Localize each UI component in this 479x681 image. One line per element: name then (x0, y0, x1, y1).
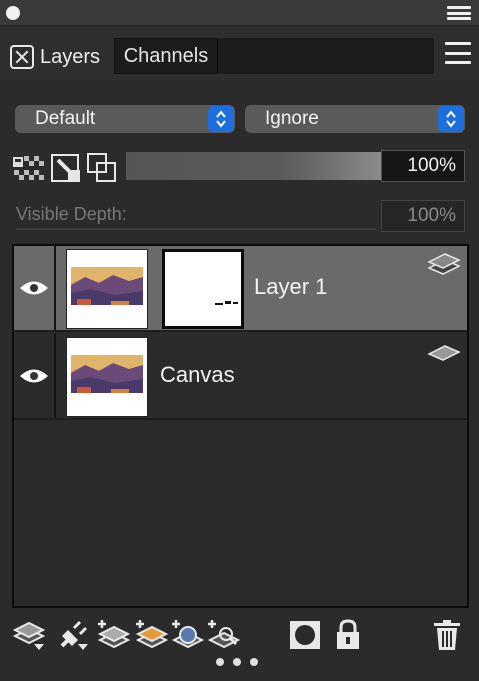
layer-options-icon[interactable] (12, 618, 46, 652)
mask-icon[interactable] (288, 618, 322, 652)
blend-mode-value: Default (35, 108, 96, 129)
visible-depth-field: 100% (381, 200, 465, 232)
layer-mask-thumbnail[interactable] (162, 249, 244, 329)
layer-thumbnail[interactable] (66, 337, 148, 417)
lock-icon[interactable] (334, 618, 362, 652)
trash-icon[interactable] (432, 618, 462, 652)
updown-stepper-icon (208, 106, 234, 132)
lock-opacity-row: 100% (12, 150, 472, 184)
updown-stepper-icon (438, 106, 464, 132)
blend-mode-select[interactable]: Default (15, 105, 235, 133)
tab-channels-label: Channels (123, 44, 209, 67)
layer-thumbnail[interactable] (66, 249, 148, 329)
tab-bar-filler (218, 38, 434, 74)
tab-layers[interactable]: Layers (10, 42, 100, 72)
layer-name[interactable]: Canvas (160, 362, 235, 388)
panel-menu-icon[interactable] (445, 42, 471, 64)
visibility-toggle[interactable] (14, 334, 56, 418)
window-menu-icon[interactable] (447, 6, 471, 20)
eye-icon (20, 369, 48, 383)
window-close-button[interactable] (6, 6, 20, 20)
tab-channels[interactable]: Channels (114, 38, 218, 74)
layer-name[interactable]: Layer 1 (254, 274, 327, 300)
new-tracing-layer-icon[interactable] (206, 618, 242, 652)
lock-move-icon[interactable] (86, 152, 120, 184)
window-titlebar (0, 0, 479, 26)
layer-toolbar (0, 612, 479, 681)
opacity-field[interactable]: 100% (381, 150, 465, 182)
tab-bar: Layers Channels (0, 26, 479, 80)
visibility-toggle[interactable] (14, 246, 56, 330)
new-layer-icon[interactable] (96, 618, 132, 652)
new-dynamic-layer-icon[interactable] (170, 618, 206, 652)
landscape-image (71, 355, 143, 399)
visible-depth-label: Visible Depth: (16, 204, 127, 224)
more-options-dots[interactable] (216, 658, 258, 666)
eye-icon (20, 281, 48, 295)
layer-list: Layer 1 Canvas (12, 244, 469, 608)
visible-depth-slider (16, 228, 376, 230)
plugin-icon[interactable] (56, 618, 90, 652)
mask-preview (167, 259, 239, 319)
secondary-mode-select[interactable]: Ignore (245, 105, 465, 133)
tab-layers-label: Layers (40, 45, 101, 68)
stacked-layers-icon (427, 253, 461, 275)
layer-row-layer-1[interactable]: Layer 1 (14, 246, 467, 332)
opacity-slider[interactable] (126, 152, 388, 180)
layer-row-canvas[interactable]: Canvas (14, 334, 467, 420)
landscape-image (71, 267, 143, 311)
canvas-layer-icon (427, 345, 461, 361)
new-paint-layer-icon[interactable] (134, 618, 170, 652)
visible-depth-row: Visible Depth: 100% (12, 200, 472, 232)
secondary-mode-value: Ignore (265, 108, 319, 129)
lock-transparency-icon[interactable] (12, 152, 46, 184)
lock-paint-icon[interactable] (50, 152, 84, 184)
close-box-icon[interactable] (10, 45, 34, 69)
